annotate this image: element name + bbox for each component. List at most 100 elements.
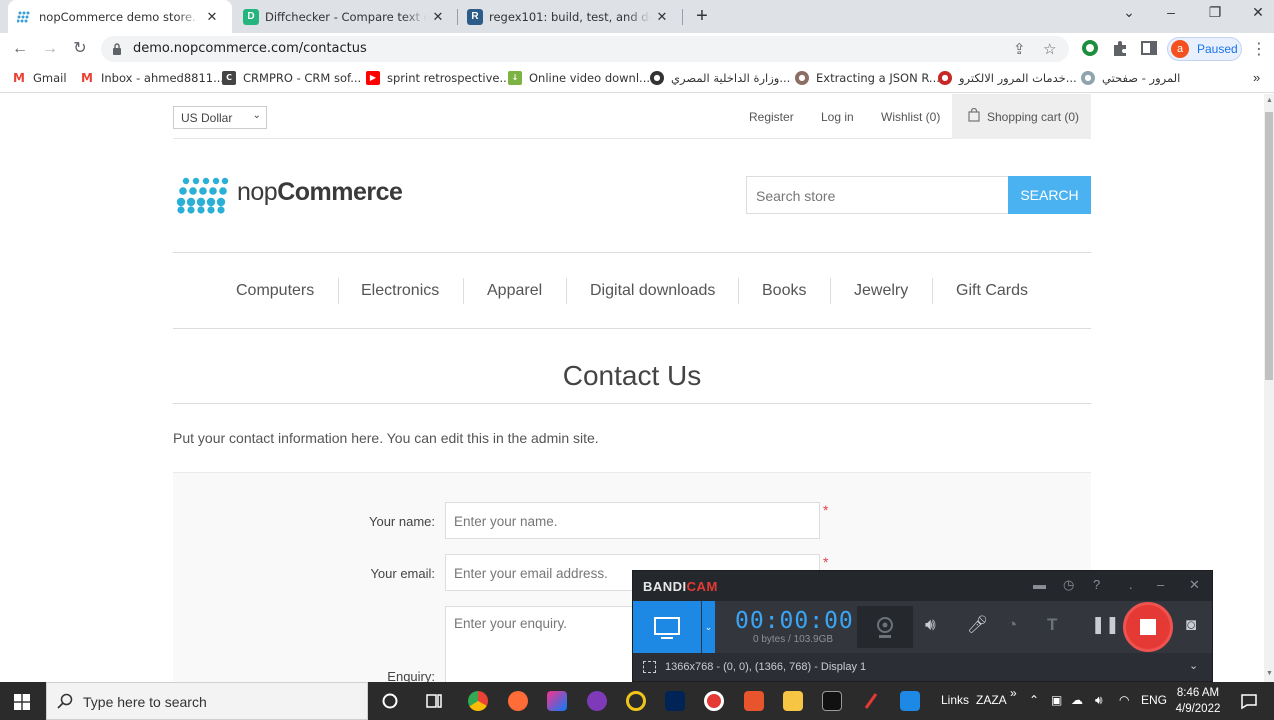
- tray-chevron-up-icon[interactable]: ⌃: [1029, 693, 1039, 707]
- forward-arrow-icon[interactable]: →: [39, 38, 61, 60]
- bookmark-crmpro[interactable]: C CRMPRO - CRM sof...: [222, 71, 361, 85]
- close-icon[interactable]: ✕: [1189, 577, 1200, 593]
- toolbar-expand-icon[interactable]: »: [1010, 686, 1017, 700]
- collapse-icon[interactable]: .: [1129, 577, 1133, 592]
- bookmark-gmail[interactable]: M Gmail: [12, 71, 67, 85]
- extensions-puzzle-icon[interactable]: [1111, 39, 1129, 57]
- help-icon[interactable]: ?: [1093, 577, 1100, 592]
- bookmark-extracting-json[interactable]: ● Extracting a JSON R...: [795, 71, 940, 85]
- tab-diffchecker[interactable]: D Diffchecker - Compare text online ✕: [234, 0, 456, 33]
- browser-menu-icon[interactable]: ⋮: [1251, 39, 1267, 59]
- media-player-icon[interactable]: [900, 691, 920, 711]
- windows-start-icon[interactable]: [14, 694, 30, 710]
- required-mark: *: [823, 502, 829, 518]
- new-tab-icon[interactable]: +: [690, 4, 714, 28]
- xampp-icon[interactable]: [744, 691, 764, 711]
- volume-icon[interactable]: 🔊︎: [1095, 693, 1103, 708]
- eclipse-purple-icon[interactable]: [587, 691, 607, 711]
- tab-nopcommerce[interactable]: nopCommerce demo store. Contact Us ✕: [8, 0, 232, 33]
- camera-snapshot-icon[interactable]: ◙: [1186, 615, 1196, 635]
- stop-record-button[interactable]: [1123, 602, 1173, 652]
- extension-green-icon[interactable]: [1081, 39, 1099, 57]
- menu-item-gift-cards[interactable]: Gift Cards: [956, 282, 1028, 300]
- system-clock[interactable]: 8:46 AM 4/9/2022: [1172, 685, 1224, 717]
- minimize-icon[interactable]: –: [1160, 4, 1182, 20]
- bookmark-inbox[interactable]: M Inbox - ahmed8811...: [80, 71, 224, 85]
- zaza-toolbar[interactable]: ZAZA: [976, 693, 1007, 707]
- more-bookmarks-icon[interactable]: »: [1253, 70, 1260, 85]
- wifi-icon[interactable]: ◠: [1119, 693, 1129, 707]
- register-link[interactable]: Register: [749, 110, 794, 124]
- page-scrollbar[interactable]: ▲ ▼: [1264, 94, 1274, 682]
- login-link[interactable]: Log in: [821, 110, 854, 124]
- speaker-icon[interactable]: 🔊︎: [925, 615, 936, 635]
- microphone-icon[interactable]: 🎤︎: [967, 615, 989, 635]
- terminal-icon[interactable]: [822, 691, 842, 711]
- scrollbar-thumb[interactable]: [1265, 112, 1273, 380]
- shopping-cart-link[interactable]: Shopping cart (0): [952, 94, 1091, 139]
- webcam-button[interactable]: [857, 606, 913, 648]
- onedrive-cloud-icon[interactable]: ☁: [1071, 693, 1083, 707]
- side-panel-icon[interactable]: [1140, 39, 1158, 57]
- bookmark-online-video[interactable]: ↓ Online video downl...: [508, 71, 650, 85]
- pause-icon[interactable]: ❚❚: [1091, 615, 1120, 635]
- currency-select[interactable]: US Dollar ⌄: [173, 106, 267, 129]
- close-tab-icon[interactable]: ✕: [430, 9, 446, 25]
- close-tab-icon[interactable]: ✕: [654, 9, 670, 25]
- menu-item-jewelry[interactable]: Jewelry: [854, 282, 908, 300]
- screen-mode-button[interactable]: [633, 601, 701, 653]
- mode-dropdown-icon[interactable]: ⌄: [702, 601, 715, 653]
- address-bar[interactable]: demo.nopcommerce.com/contactus ⇪ ☆: [101, 36, 1069, 62]
- meet-now-icon[interactable]: ▣: [1051, 693, 1062, 707]
- bookmark-moi[interactable]: ● وزارة الداخلية المصري...: [650, 71, 790, 85]
- intellij-icon[interactable]: [547, 691, 567, 711]
- menu-item-digital-downloads[interactable]: Digital downloads: [590, 282, 715, 300]
- wishlist-link[interactable]: Wishlist (0): [881, 110, 940, 124]
- bookmark-traffic-page[interactable]: ● المرور - صفحتي: [1081, 71, 1180, 85]
- search-input[interactable]: Search store: [746, 176, 1009, 214]
- tab-search-chevron-icon[interactable]: ⌄: [1118, 4, 1140, 21]
- lock-icon: [113, 43, 121, 55]
- postman-icon[interactable]: [508, 691, 528, 711]
- expand-chevron-icon[interactable]: ⌄: [1189, 659, 1198, 672]
- language-indicator[interactable]: ENG: [1141, 693, 1167, 707]
- browser-toolbar: ← → ↻ demo.nopcommerce.com/contactus ⇪ ☆…: [0, 33, 1274, 65]
- mouse-click-icon[interactable]: ◔: [1007, 615, 1017, 635]
- tab-regex101[interactable]: R regex101: build, test, and debug regex…: [458, 0, 680, 33]
- bookmark-traffic-services[interactable]: ● خدمات المرور الالكترو...: [938, 71, 1077, 85]
- restore-icon[interactable]: ❐: [1204, 4, 1226, 21]
- bandicam-taskbar-icon[interactable]: [704, 691, 724, 711]
- folder-icon[interactable]: ▬: [1033, 577, 1046, 592]
- name-input[interactable]: Enter your name.: [445, 502, 820, 539]
- powershell-icon[interactable]: [665, 691, 685, 711]
- minimize-icon[interactable]: –: [1157, 577, 1164, 592]
- clock-icon[interactable]: ◷: [1063, 577, 1074, 593]
- close-window-icon[interactable]: ✕: [1247, 4, 1269, 21]
- menu-item-books[interactable]: Books: [762, 282, 806, 300]
- logo-text[interactable]: nopCommerce: [237, 178, 403, 207]
- menu-item-electronics[interactable]: Electronics: [361, 282, 439, 300]
- close-tab-icon[interactable]: ✕: [204, 9, 220, 25]
- scroll-up-icon[interactable]: ▲: [1266, 97, 1273, 104]
- cortana-icon[interactable]: [380, 691, 400, 711]
- taskbar-search-box[interactable]: Type here to search: [46, 682, 368, 720]
- bookmark-sprint-retrospective[interactable]: ▶ sprint retrospective...: [366, 71, 510, 85]
- menu-item-computers[interactable]: Computers: [236, 282, 314, 300]
- task-view-icon[interactable]: [424, 691, 444, 711]
- links-toolbar[interactable]: Links: [941, 693, 969, 707]
- back-arrow-icon[interactable]: ←: [9, 38, 31, 60]
- bookmark-star-icon[interactable]: ☆: [1043, 40, 1056, 58]
- text-overlay-icon[interactable]: T: [1047, 615, 1057, 635]
- nopcommerce-logo-icon[interactable]: [176, 176, 232, 214]
- app-yellow-ring-icon[interactable]: [626, 691, 646, 711]
- scroll-down-icon[interactable]: ▼: [1266, 670, 1273, 677]
- notifications-icon[interactable]: [1239, 691, 1259, 711]
- profile-button[interactable]: a Paused: [1167, 37, 1242, 61]
- reload-icon[interactable]: ↻: [69, 38, 91, 60]
- pen-icon[interactable]: [861, 691, 881, 711]
- search-button[interactable]: SEARCH: [1008, 176, 1091, 214]
- file-explorer-icon[interactable]: [783, 691, 803, 711]
- chrome-icon[interactable]: [468, 691, 488, 711]
- share-icon[interactable]: ⇪: [1013, 40, 1026, 58]
- menu-item-apparel[interactable]: Apparel: [487, 282, 542, 300]
